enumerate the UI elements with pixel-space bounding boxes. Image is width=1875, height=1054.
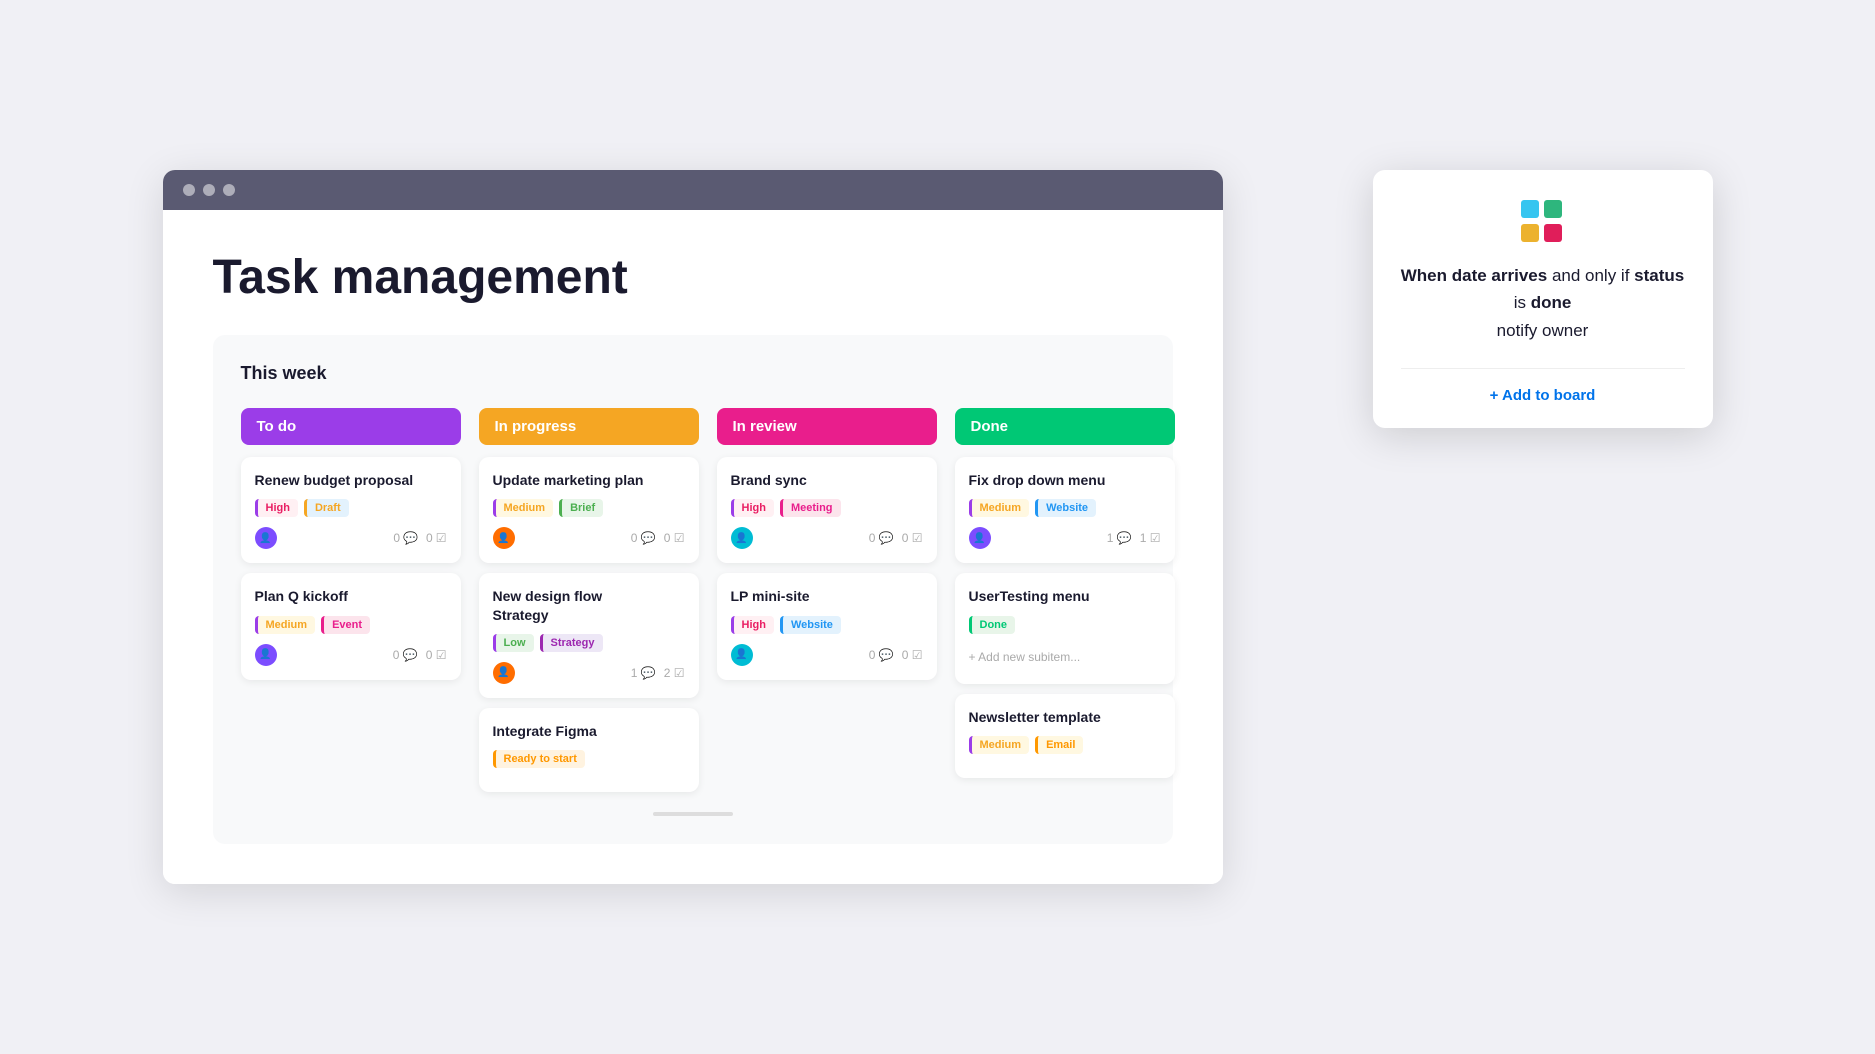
avatar: 👤: [493, 527, 515, 549]
tag-medium: Medium: [969, 736, 1030, 754]
tag-medium: Medium: [493, 499, 554, 517]
card-title: Renew budget proposal: [255, 471, 447, 489]
avatar: 👤: [493, 662, 515, 684]
avatar: 👤: [731, 527, 753, 549]
browser-dot-3: [223, 184, 235, 196]
comment-count: 0 💬: [393, 531, 418, 545]
add-to-board-button[interactable]: + Add to board: [1401, 387, 1685, 404]
avatar: 👤: [969, 527, 991, 549]
card-plan-kickoff: Plan Q kickoff Medium Event 👤 0 💬 0 ☑: [241, 573, 461, 679]
tag-high: High: [731, 499, 774, 517]
column-header-inprogress: In progress: [479, 408, 699, 445]
task-count: 0 ☑: [426, 531, 446, 545]
card-footer: 👤 1 💬 2 ☑: [493, 662, 685, 684]
slack-logo-icon: [1521, 200, 1565, 244]
card-meta: 0 💬 0 ☑: [393, 531, 446, 545]
column-header-todo: To do: [241, 408, 461, 445]
tag-meeting: Meeting: [780, 499, 841, 517]
tags-row: Done: [969, 616, 1161, 634]
card-meta: 1 💬 1 ☑: [1107, 531, 1161, 545]
card-footer: 👤 0 💬 0 ☑: [731, 527, 923, 549]
card-title: Update marketing plan: [493, 471, 685, 489]
card-newsletter: Newsletter template Medium Email: [955, 694, 1175, 778]
tags-row: Medium Website: [969, 499, 1161, 517]
card-meta: 0 💬 0 ☑: [631, 531, 685, 545]
scroll-hint: [653, 812, 733, 816]
card-title: Newsletter template: [969, 708, 1161, 726]
avatar: 👤: [255, 644, 277, 666]
card-meta: 0 💬 0 ☑: [869, 531, 923, 545]
tag-strategy: Strategy: [540, 634, 603, 652]
browser-window: Task management This week To do Renew bu…: [163, 170, 1223, 884]
avatar: 👤: [731, 644, 753, 666]
card-title: Fix drop down menu: [969, 471, 1161, 489]
card-fix-dropdown: Fix drop down menu Medium Website 👤 1 💬 …: [955, 457, 1175, 563]
tag-high: High: [255, 499, 298, 517]
tags-row: High Meeting: [731, 499, 923, 517]
automation-popup: When date arrives and only if status is …: [1373, 170, 1713, 428]
card-integrate-figma: Integrate Figma Ready to start: [479, 708, 699, 792]
page-title: Task management: [213, 250, 1173, 305]
card-title: Integrate Figma: [493, 722, 685, 740]
card-lp-mini-site: LP mini-site High Website 👤 0 💬 0 ☑: [717, 573, 937, 679]
column-header-inreview: In review: [717, 408, 937, 445]
card-meta: 1 💬 2 ☑: [631, 666, 685, 680]
tag-done: Done: [969, 616, 1016, 634]
tags-row: Low Strategy: [493, 634, 685, 652]
card-title: LP mini-site: [731, 587, 923, 605]
tags-row: High Draft: [255, 499, 447, 517]
tag-brief: Brief: [559, 499, 603, 517]
tag-website: Website: [780, 616, 841, 634]
tag-medium: Medium: [255, 616, 316, 634]
card-title: UserTesting menu: [969, 587, 1161, 605]
column-todo: To do Renew budget proposal High Draft 👤: [241, 408, 461, 802]
board-container: This week To do Renew budget proposal Hi…: [213, 335, 1173, 844]
popup-divider: [1401, 368, 1685, 369]
tag-high: High: [731, 616, 774, 634]
browser-content: Task management This week To do Renew bu…: [163, 210, 1223, 884]
column-inreview: In review Brand sync High Meeting 👤: [717, 408, 937, 802]
browser-dot-1: [183, 184, 195, 196]
column-done: Done Fix drop down menu Medium Website 👤: [955, 408, 1175, 802]
tag-ready: Ready to start: [493, 750, 585, 768]
card-footer: 👤 0 💬 0 ☑: [493, 527, 685, 549]
tag-medium: Medium: [969, 499, 1030, 517]
browser-dot-2: [203, 184, 215, 196]
card-footer: 👤 0 💬 0 ☑: [731, 644, 923, 666]
tags-row: Medium Email: [969, 736, 1161, 754]
tag-email: Email: [1035, 736, 1083, 754]
column-header-done: Done: [955, 408, 1175, 445]
column-inprogress: In progress Update marketing plan Medium…: [479, 408, 699, 802]
avatar: 👤: [255, 527, 277, 549]
card-brand-sync: Brand sync High Meeting 👤 0 💬 0 ☑: [717, 457, 937, 563]
browser-bar: [163, 170, 1223, 210]
tag-draft: Draft: [304, 499, 349, 517]
add-subitem-btn[interactable]: + Add new subitem...: [969, 644, 1161, 670]
card-renew-budget: Renew budget proposal High Draft 👤 0 💬: [241, 457, 461, 563]
week-label: This week: [241, 363, 1145, 384]
card-title: Brand sync: [731, 471, 923, 489]
card-footer: 👤 0 💬 0 ☑: [255, 644, 447, 666]
tags-row: Ready to start: [493, 750, 685, 768]
popup-text: When date arrives and only if status is …: [1401, 262, 1685, 344]
card-meta: 0 💬 0 ☑: [393, 648, 447, 662]
card-footer: 👤 0 💬 0 ☑: [255, 527, 447, 549]
main-wrapper: Task management This week To do Renew bu…: [163, 170, 1713, 884]
tags-row: High Website: [731, 616, 923, 634]
card-meta: 0 💬 0 ☑: [869, 648, 923, 662]
card-usertesting: UserTesting menu Done + Add new subitem.…: [955, 573, 1175, 683]
tag-event: Event: [321, 616, 370, 634]
card-title: New design flow Strategy: [493, 587, 685, 623]
tags-row: Medium Brief: [493, 499, 685, 517]
tags-row: Medium Event: [255, 616, 447, 634]
tag-low: Low: [493, 634, 534, 652]
card-footer: 👤 1 💬 1 ☑: [969, 527, 1161, 549]
columns-row: To do Renew budget proposal High Draft 👤: [241, 408, 1145, 802]
tag-website: Website: [1035, 499, 1096, 517]
card-title: Plan Q kickoff: [255, 587, 447, 605]
card-update-marketing: Update marketing plan Medium Brief 👤 0 💬…: [479, 457, 699, 563]
card-new-design-flow: New design flow Strategy Low Strategy 👤: [479, 573, 699, 697]
